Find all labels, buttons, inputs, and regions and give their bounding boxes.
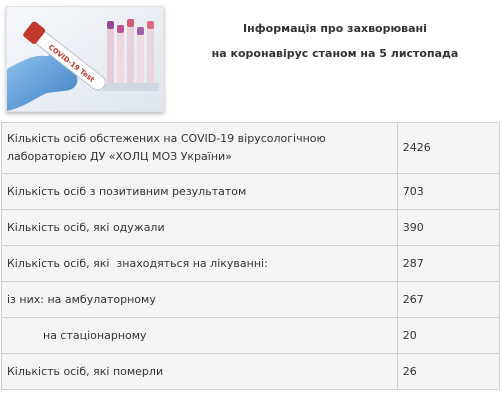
title-line-1: Інформація про захворювані (243, 22, 427, 35)
row-label: на стаціонарному (1, 317, 398, 354)
row-value: 267 (396, 281, 501, 318)
table-row: Кількість осіб обстежених на COVID-19 ві… (1, 122, 501, 174)
table-row: Кількість осіб, які одужали 390 (1, 209, 501, 246)
row-label: Кількість осіб, які одужали (1, 209, 398, 246)
tube-rack (103, 19, 159, 91)
row-value: 2426 (396, 122, 501, 174)
title-line-2: на коронавірус станом на 5 листопада (211, 47, 459, 60)
test-tube-illustration: COVID-19 Test (7, 7, 163, 111)
row-value: 287 (396, 245, 501, 282)
table-row: Кількість осіб з позитивним результатом … (1, 173, 501, 210)
table-row: Кількість осіб, які знаходяться на лікув… (1, 245, 501, 282)
covid-test-photo: COVID-19 Test (6, 6, 164, 112)
covid-stats-table: Кількість осіб обстежених на COVID-19 ві… (1, 122, 501, 390)
page-title: Інформація про захворювані на коронавіру… (182, 16, 488, 66)
table-row: на стаціонарному 20 (1, 317, 501, 354)
header: COVID-19 Test Інформація про захворювані… (0, 0, 502, 122)
row-value: 26 (396, 353, 501, 390)
row-label: Кількість осіб з позитивним результатом (1, 173, 398, 210)
row-value: 703 (396, 173, 501, 210)
table-row: із них: на амбулаторному 267 (1, 281, 501, 318)
row-label: із них: на амбулаторному (1, 281, 398, 318)
row-label: Кількість осіб, які знаходяться на лікув… (1, 245, 398, 282)
row-label: Кількість осіб обстежених на COVID-19 ві… (1, 122, 398, 174)
row-value: 20 (396, 317, 501, 354)
table-row: Кількість осіб, які померли 26 (1, 353, 501, 390)
row-label: Кількість осіб, які померли (1, 353, 398, 390)
row-value: 390 (396, 209, 501, 246)
